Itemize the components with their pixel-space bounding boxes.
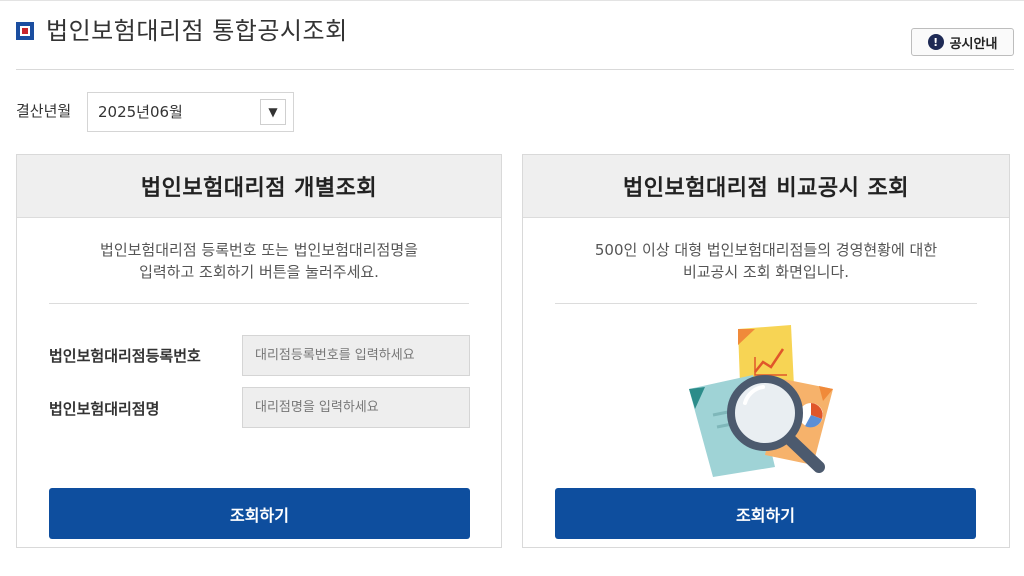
settlement-month-select[interactable]: 2025년06월 ▼ (87, 92, 294, 132)
settlement-month-value: 2025년06월 (98, 103, 183, 121)
notice-button[interactable]: ! 공시안내 (911, 28, 1014, 56)
title-mark-icon (16, 22, 34, 40)
comparison-desc-line1: 500인 이상 대형 법인보험대리점들의 경영현황에 대한 (594, 241, 938, 259)
individual-desc-line1: 법인보험대리점 등록번호 또는 법인보험대리점명을 (100, 241, 418, 259)
notice-button-label: 공시안내 (949, 36, 998, 52)
comparison-title: 법인보험대리점 비교공시 조회 (523, 155, 1009, 218)
individual-lookup-panel: 법인보험대리점 개별조회 법인보험대리점 등록번호 또는 법인보험대리점명을 입… (16, 154, 502, 548)
comparison-search-button[interactable]: 조회하기 (555, 488, 976, 539)
comparison-description: 500인 이상 대형 법인보험대리점들의 경영현황에 대한 비교공시 조회 화면… (523, 239, 1009, 283)
divider (49, 303, 469, 304)
settlement-month-label: 결산년월 (16, 102, 72, 120)
dropdown-arrow-icon[interactable]: ▼ (260, 99, 286, 125)
divider (555, 303, 977, 304)
individual-desc-line2: 입력하고 조회하기 버튼을 눌러주세요. (139, 263, 379, 281)
registration-number-input[interactable] (242, 335, 470, 376)
agency-name-label: 법인보험대리점명 (49, 400, 160, 418)
comparison-desc-line2: 비교공시 조회 화면입니다. (682, 263, 850, 281)
individual-lookup-title: 법인보험대리점 개별조회 (17, 155, 501, 218)
individual-lookup-description: 법인보험대리점 등록번호 또는 법인보험대리점명을 입력하고 조회하기 버튼을 … (17, 239, 501, 283)
individual-search-button[interactable]: 조회하기 (49, 488, 470, 539)
agency-name-input[interactable] (242, 387, 470, 428)
page-header: 법인보험대리점 통합공시조회 ! 공시안내 (16, 14, 1014, 70)
comparison-panel: 법인보험대리점 비교공시 조회 500인 이상 대형 법인보험대리점들의 경영현… (522, 154, 1010, 548)
registration-number-label: 법인보험대리점등록번호 (49, 347, 201, 365)
top-border (0, 0, 1024, 1)
page-title: 법인보험대리점 통합공시조회 (46, 17, 348, 45)
exclamation-icon: ! (927, 34, 944, 50)
magnifier-documents-icon (689, 325, 833, 477)
